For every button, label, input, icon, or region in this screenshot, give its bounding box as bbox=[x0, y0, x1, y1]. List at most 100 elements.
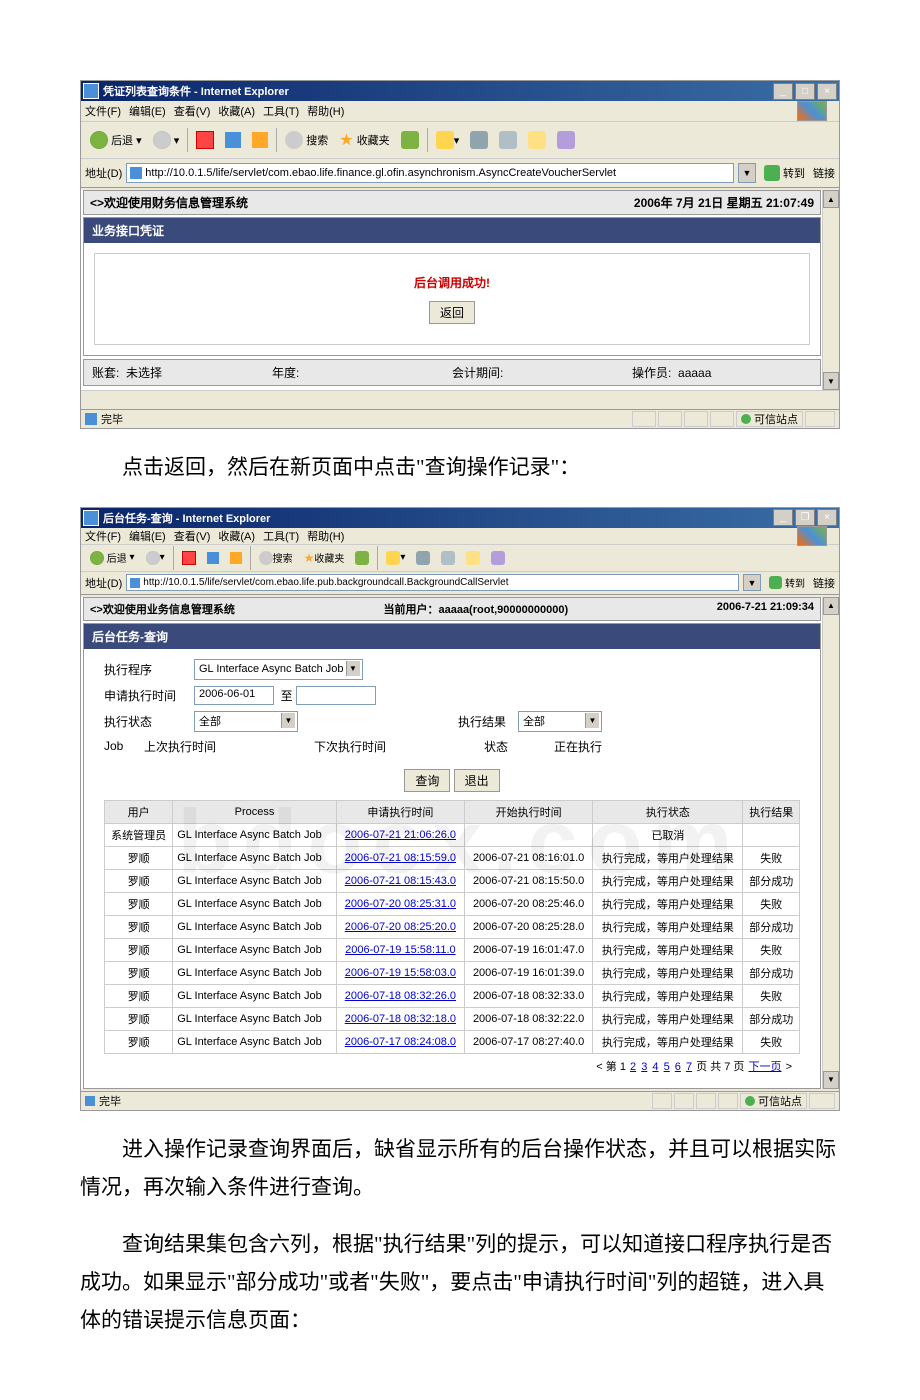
apply-time-link[interactable]: 2006-07-20 08:25:20.0 bbox=[345, 921, 456, 933]
menu-file[interactable]: 文件(F) bbox=[85, 103, 121, 119]
refresh-button[interactable] bbox=[220, 128, 246, 152]
next-page-link[interactable]: 下一页 bbox=[749, 1061, 782, 1073]
apply-time-link[interactable]: 2006-07-18 08:32:18.0 bbox=[345, 1013, 456, 1025]
menu-fav[interactable]: 收藏(A) bbox=[218, 103, 255, 119]
mail-icon bbox=[436, 131, 454, 149]
vertical-scrollbar[interactable]: ▲▼ bbox=[822, 597, 839, 1089]
result-select[interactable]: 全部 bbox=[518, 711, 602, 732]
edit-button[interactable] bbox=[436, 546, 460, 570]
edit-button[interactable] bbox=[494, 128, 522, 152]
stop-button[interactable] bbox=[177, 546, 201, 570]
menu-help[interactable]: 帮助(H) bbox=[307, 528, 344, 544]
favorites-button[interactable]: ★收藏夹 bbox=[299, 546, 350, 570]
apply-time-link[interactable]: 2006-07-21 08:15:43.0 bbox=[345, 875, 456, 887]
history-button[interactable] bbox=[396, 128, 424, 152]
apply-time-link[interactable]: 2006-07-19 15:58:11.0 bbox=[345, 944, 456, 956]
window-titlebar: 凭证列表查询条件 - Internet Explorer _ □ × bbox=[81, 81, 839, 101]
stop-button[interactable] bbox=[191, 128, 219, 152]
menu-file[interactable]: 文件(F) bbox=[85, 528, 121, 544]
folder-icon bbox=[528, 131, 546, 149]
apply-time-label: 申请执行时间 bbox=[104, 687, 194, 704]
home-icon bbox=[230, 552, 242, 564]
page-link[interactable]: 4 bbox=[652, 1061, 658, 1073]
page-link[interactable]: 2 bbox=[630, 1061, 636, 1073]
links-label[interactable]: 链接 bbox=[813, 575, 835, 591]
page-link[interactable]: 5 bbox=[664, 1061, 670, 1073]
menu-view[interactable]: 查看(V) bbox=[174, 528, 211, 544]
folder-button[interactable] bbox=[461, 546, 485, 570]
mail-button[interactable]: ▾ bbox=[381, 546, 410, 570]
table-header: 开始执行时间 bbox=[465, 800, 593, 823]
folder-button[interactable] bbox=[523, 128, 551, 152]
windows-flag-icon bbox=[797, 526, 827, 546]
proc-select[interactable]: GL Interface Async Batch Job bbox=[194, 659, 363, 680]
minimize-button[interactable]: _ bbox=[773, 83, 793, 100]
print-button[interactable] bbox=[411, 546, 435, 570]
running-value: 正在执行 bbox=[554, 738, 602, 755]
state-select[interactable]: 全部 bbox=[194, 711, 298, 732]
exit-button[interactable]: 退出 bbox=[454, 769, 500, 792]
vertical-scrollbar[interactable]: ▲▼ bbox=[822, 190, 839, 390]
forward-button[interactable]: ▾ bbox=[148, 128, 185, 152]
tool-button[interactable] bbox=[552, 128, 580, 152]
menu-bar: 文件(F) 编辑(E) 查看(V) 收藏(A) 工具(T) 帮助(H) bbox=[81, 101, 839, 122]
system-time: 2006年 7月 21日 星期五 21:07:49 bbox=[634, 194, 814, 211]
forward-button[interactable]: ▾ bbox=[141, 546, 170, 570]
status-done: 完毕 bbox=[101, 411, 123, 427]
menu-fav[interactable]: 收藏(A) bbox=[218, 528, 255, 544]
links-label[interactable]: 链接 bbox=[813, 165, 835, 181]
window-title: 后台任务-查询 - Internet Explorer bbox=[103, 510, 773, 526]
apply-date-to-input[interactable] bbox=[296, 686, 376, 705]
tool-icon bbox=[557, 131, 575, 149]
table-row: 罗顺GL Interface Async Batch Job2006-07-17… bbox=[105, 1030, 800, 1053]
page-link[interactable]: 6 bbox=[675, 1061, 681, 1073]
minimize-button[interactable]: _ bbox=[773, 509, 793, 526]
apply-date-input[interactable]: 2006-06-01 bbox=[194, 686, 274, 705]
return-button[interactable]: 返回 bbox=[429, 301, 475, 324]
proc-label: 执行程序 bbox=[104, 661, 194, 678]
go-button[interactable]: 转到 bbox=[765, 573, 809, 593]
tool-button[interactable] bbox=[486, 546, 510, 570]
apply-time-link[interactable]: 2006-07-21 21:06:26.0 bbox=[345, 829, 456, 841]
apply-time-link[interactable]: 2006-07-20 08:25:31.0 bbox=[345, 898, 456, 910]
query-button[interactable]: 查询 bbox=[404, 769, 450, 792]
apply-time-link[interactable]: 2006-07-17 08:24:08.0 bbox=[345, 1036, 456, 1048]
home-button[interactable] bbox=[247, 128, 273, 152]
menu-tools[interactable]: 工具(T) bbox=[263, 528, 299, 544]
url-dropdown[interactable]: ▼ bbox=[743, 574, 761, 591]
home-button[interactable] bbox=[225, 546, 247, 570]
mail-button[interactable]: ▾ bbox=[431, 128, 465, 152]
apply-time-link[interactable]: 2006-07-21 08:15:59.0 bbox=[345, 852, 456, 864]
restore-button[interactable]: ❐ bbox=[795, 509, 815, 526]
history-button[interactable] bbox=[350, 546, 374, 570]
back-button[interactable]: 后退 ▾ bbox=[85, 546, 140, 570]
menu-help[interactable]: 帮助(H) bbox=[307, 103, 344, 119]
apply-time-link[interactable]: 2006-07-18 08:32:26.0 bbox=[345, 990, 456, 1002]
print-button[interactable] bbox=[465, 128, 493, 152]
url-dropdown[interactable]: ▼ bbox=[738, 163, 756, 183]
maximize-button[interactable]: □ bbox=[795, 83, 815, 100]
menu-edit[interactable]: 编辑(E) bbox=[129, 103, 166, 119]
url-field[interactable]: http://10.0.1.5/life/servlet/com.ebao.li… bbox=[126, 163, 734, 183]
windows-flag-icon bbox=[797, 101, 827, 121]
search-button[interactable]: 搜索 bbox=[280, 128, 333, 152]
search-icon bbox=[259, 551, 273, 565]
close-button[interactable]: × bbox=[817, 83, 837, 100]
menu-tools[interactable]: 工具(T) bbox=[263, 103, 299, 119]
go-button[interactable]: 转到 bbox=[760, 163, 809, 183]
menu-edit[interactable]: 编辑(E) bbox=[129, 528, 166, 544]
apply-time-link[interactable]: 2006-07-19 15:58:03.0 bbox=[345, 967, 456, 979]
search-button[interactable]: 搜索 bbox=[254, 546, 298, 570]
close-button[interactable]: × bbox=[817, 509, 837, 526]
back-icon bbox=[90, 131, 108, 149]
favorites-button[interactable]: ★ 收藏夹 bbox=[334, 128, 394, 152]
page-link[interactable]: 7 bbox=[686, 1061, 692, 1073]
page-link[interactable]: 3 bbox=[641, 1061, 647, 1073]
table-row: 罗顺GL Interface Async Batch Job2006-07-19… bbox=[105, 961, 800, 984]
star-icon: ★ bbox=[339, 130, 353, 150]
go-icon bbox=[764, 165, 780, 181]
url-field[interactable]: http://10.0.1.5/life/servlet/com.ebao.li… bbox=[126, 574, 739, 591]
back-button[interactable]: 后退 ▾ bbox=[85, 128, 147, 152]
refresh-button[interactable] bbox=[202, 546, 224, 570]
menu-view[interactable]: 查看(V) bbox=[174, 103, 211, 119]
